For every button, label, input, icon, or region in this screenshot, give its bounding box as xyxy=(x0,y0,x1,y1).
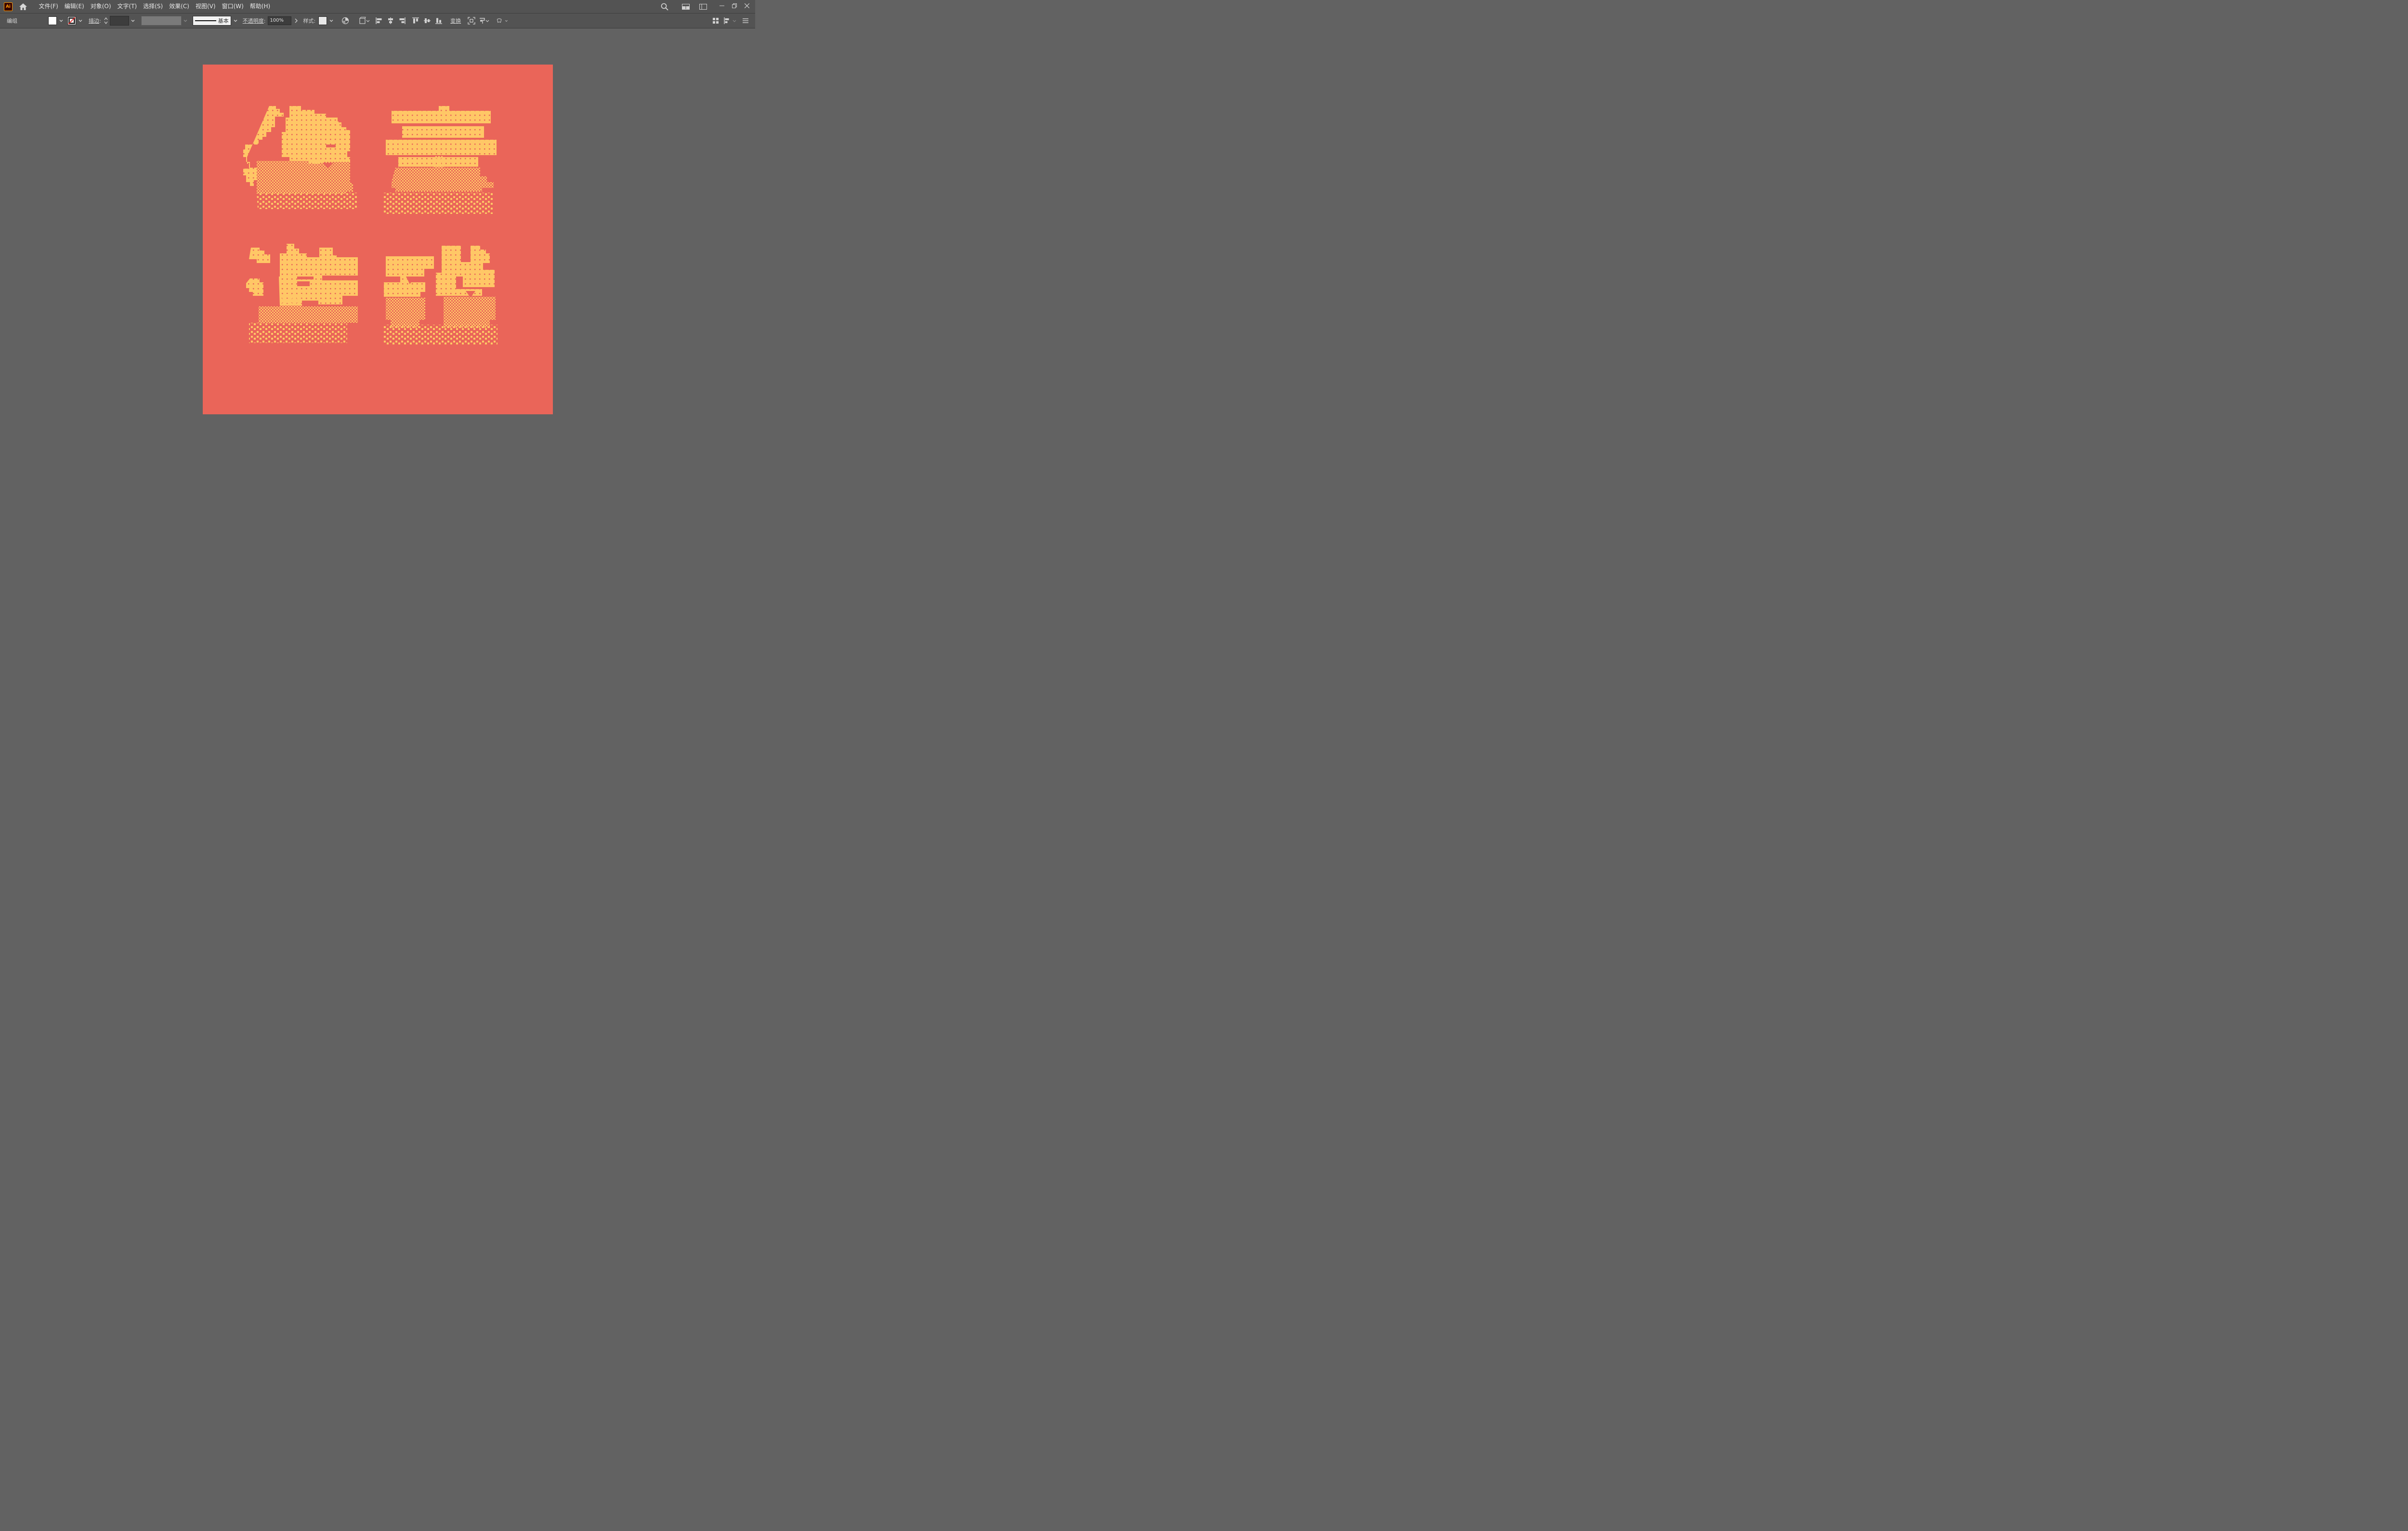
variable-width-field[interactable] xyxy=(141,16,182,26)
pixel-glyph-1 xyxy=(243,106,357,209)
home-icon[interactable] xyxy=(18,2,28,11)
brush-profile-label: 基本 xyxy=(218,18,229,24)
menu-bar: Ai 文件(F) 编辑(E) 对象(O) 文字(T) 选择(S) 效果(C) 视… xyxy=(0,0,755,13)
transform-link[interactable]: 变换 xyxy=(450,17,461,25)
workspace-icon[interactable] xyxy=(682,3,690,10)
stroke-dropdown[interactable] xyxy=(67,16,83,25)
chevron-down-icon[interactable] xyxy=(131,18,135,23)
fill-swatch[interactable] xyxy=(48,16,57,25)
menu-type[interactable]: 文字(T) xyxy=(114,0,140,13)
opacity-label[interactable]: 不透明度: xyxy=(243,17,266,25)
pixel-glyph-4 xyxy=(383,246,497,345)
align-left-icon[interactable] xyxy=(373,15,385,26)
brush-profile-field[interactable]: 基本 xyxy=(192,16,231,26)
chevron-down-icon xyxy=(59,20,63,22)
align-vcenter-icon[interactable] xyxy=(421,15,433,26)
window-controls xyxy=(657,0,755,13)
menu-edit[interactable]: 编辑(E) xyxy=(61,0,87,13)
menu-select[interactable]: 选择(S) xyxy=(140,0,166,13)
close-icon[interactable] xyxy=(741,3,753,10)
pixel-glyph-2 xyxy=(384,106,497,214)
artboard[interactable] xyxy=(203,65,553,414)
recolor-icon[interactable] xyxy=(340,15,351,26)
pixel-art-group[interactable] xyxy=(203,65,553,414)
align-distribute-icon[interactable] xyxy=(722,15,738,26)
opacity-input[interactable]: 100% xyxy=(268,16,292,25)
pixel-glyph-3 xyxy=(246,244,358,343)
isolate-icon[interactable] xyxy=(466,15,477,26)
panel-icon[interactable] xyxy=(699,3,707,10)
style-swatch[interactable] xyxy=(318,16,327,25)
menu-file[interactable]: 文件(F) xyxy=(36,0,61,13)
app-logo: Ai xyxy=(4,2,13,11)
stroke-weight-input[interactable] xyxy=(109,16,129,26)
chevron-right-icon[interactable] xyxy=(294,18,298,23)
align-bottom-icon[interactable] xyxy=(433,15,445,26)
chevron-down-icon[interactable] xyxy=(329,18,334,23)
selection-type: 编组 xyxy=(7,18,17,24)
stepper-icon[interactable] xyxy=(104,17,108,25)
arrange-icon[interactable] xyxy=(710,15,721,26)
main-menu: 文件(F) 编辑(E) 对象(O) 文字(T) 选择(S) 效果(C) 视图(V… xyxy=(36,0,274,13)
restore-icon[interactable] xyxy=(728,3,741,10)
chevron-down-icon[interactable] xyxy=(183,18,188,23)
control-bar: 编组 描边: 基本 不透明度: 100% 样式: 变换 xyxy=(0,13,755,28)
stroke-line-preview xyxy=(195,20,216,21)
menu-window[interactable]: 窗口(W) xyxy=(219,0,247,13)
chevron-down-icon[interactable] xyxy=(233,18,238,23)
panel-menu-icon[interactable] xyxy=(740,15,751,26)
shape-icon[interactable] xyxy=(359,15,370,26)
chevron-down-icon xyxy=(79,20,82,22)
menu-help[interactable]: 帮助(H) xyxy=(247,0,273,13)
search-icon[interactable] xyxy=(661,3,668,11)
fill-dropdown[interactable] xyxy=(48,16,64,25)
menu-object[interactable]: 对象(O) xyxy=(87,0,114,13)
align-hcenter-icon[interactable] xyxy=(385,15,396,26)
minimize-icon[interactable] xyxy=(716,3,728,10)
puppet-icon[interactable] xyxy=(478,15,490,26)
align-top-icon[interactable] xyxy=(410,15,421,26)
menu-effect[interactable]: 效果(C) xyxy=(166,0,193,13)
stroke-swatch[interactable] xyxy=(67,16,76,25)
envelope-icon[interactable] xyxy=(497,15,508,26)
menu-view[interactable]: 视图(V) xyxy=(192,0,219,13)
stroke-label[interactable]: 描边: xyxy=(89,17,101,25)
align-right-icon[interactable] xyxy=(396,15,408,26)
style-label: 样式: xyxy=(303,18,316,24)
